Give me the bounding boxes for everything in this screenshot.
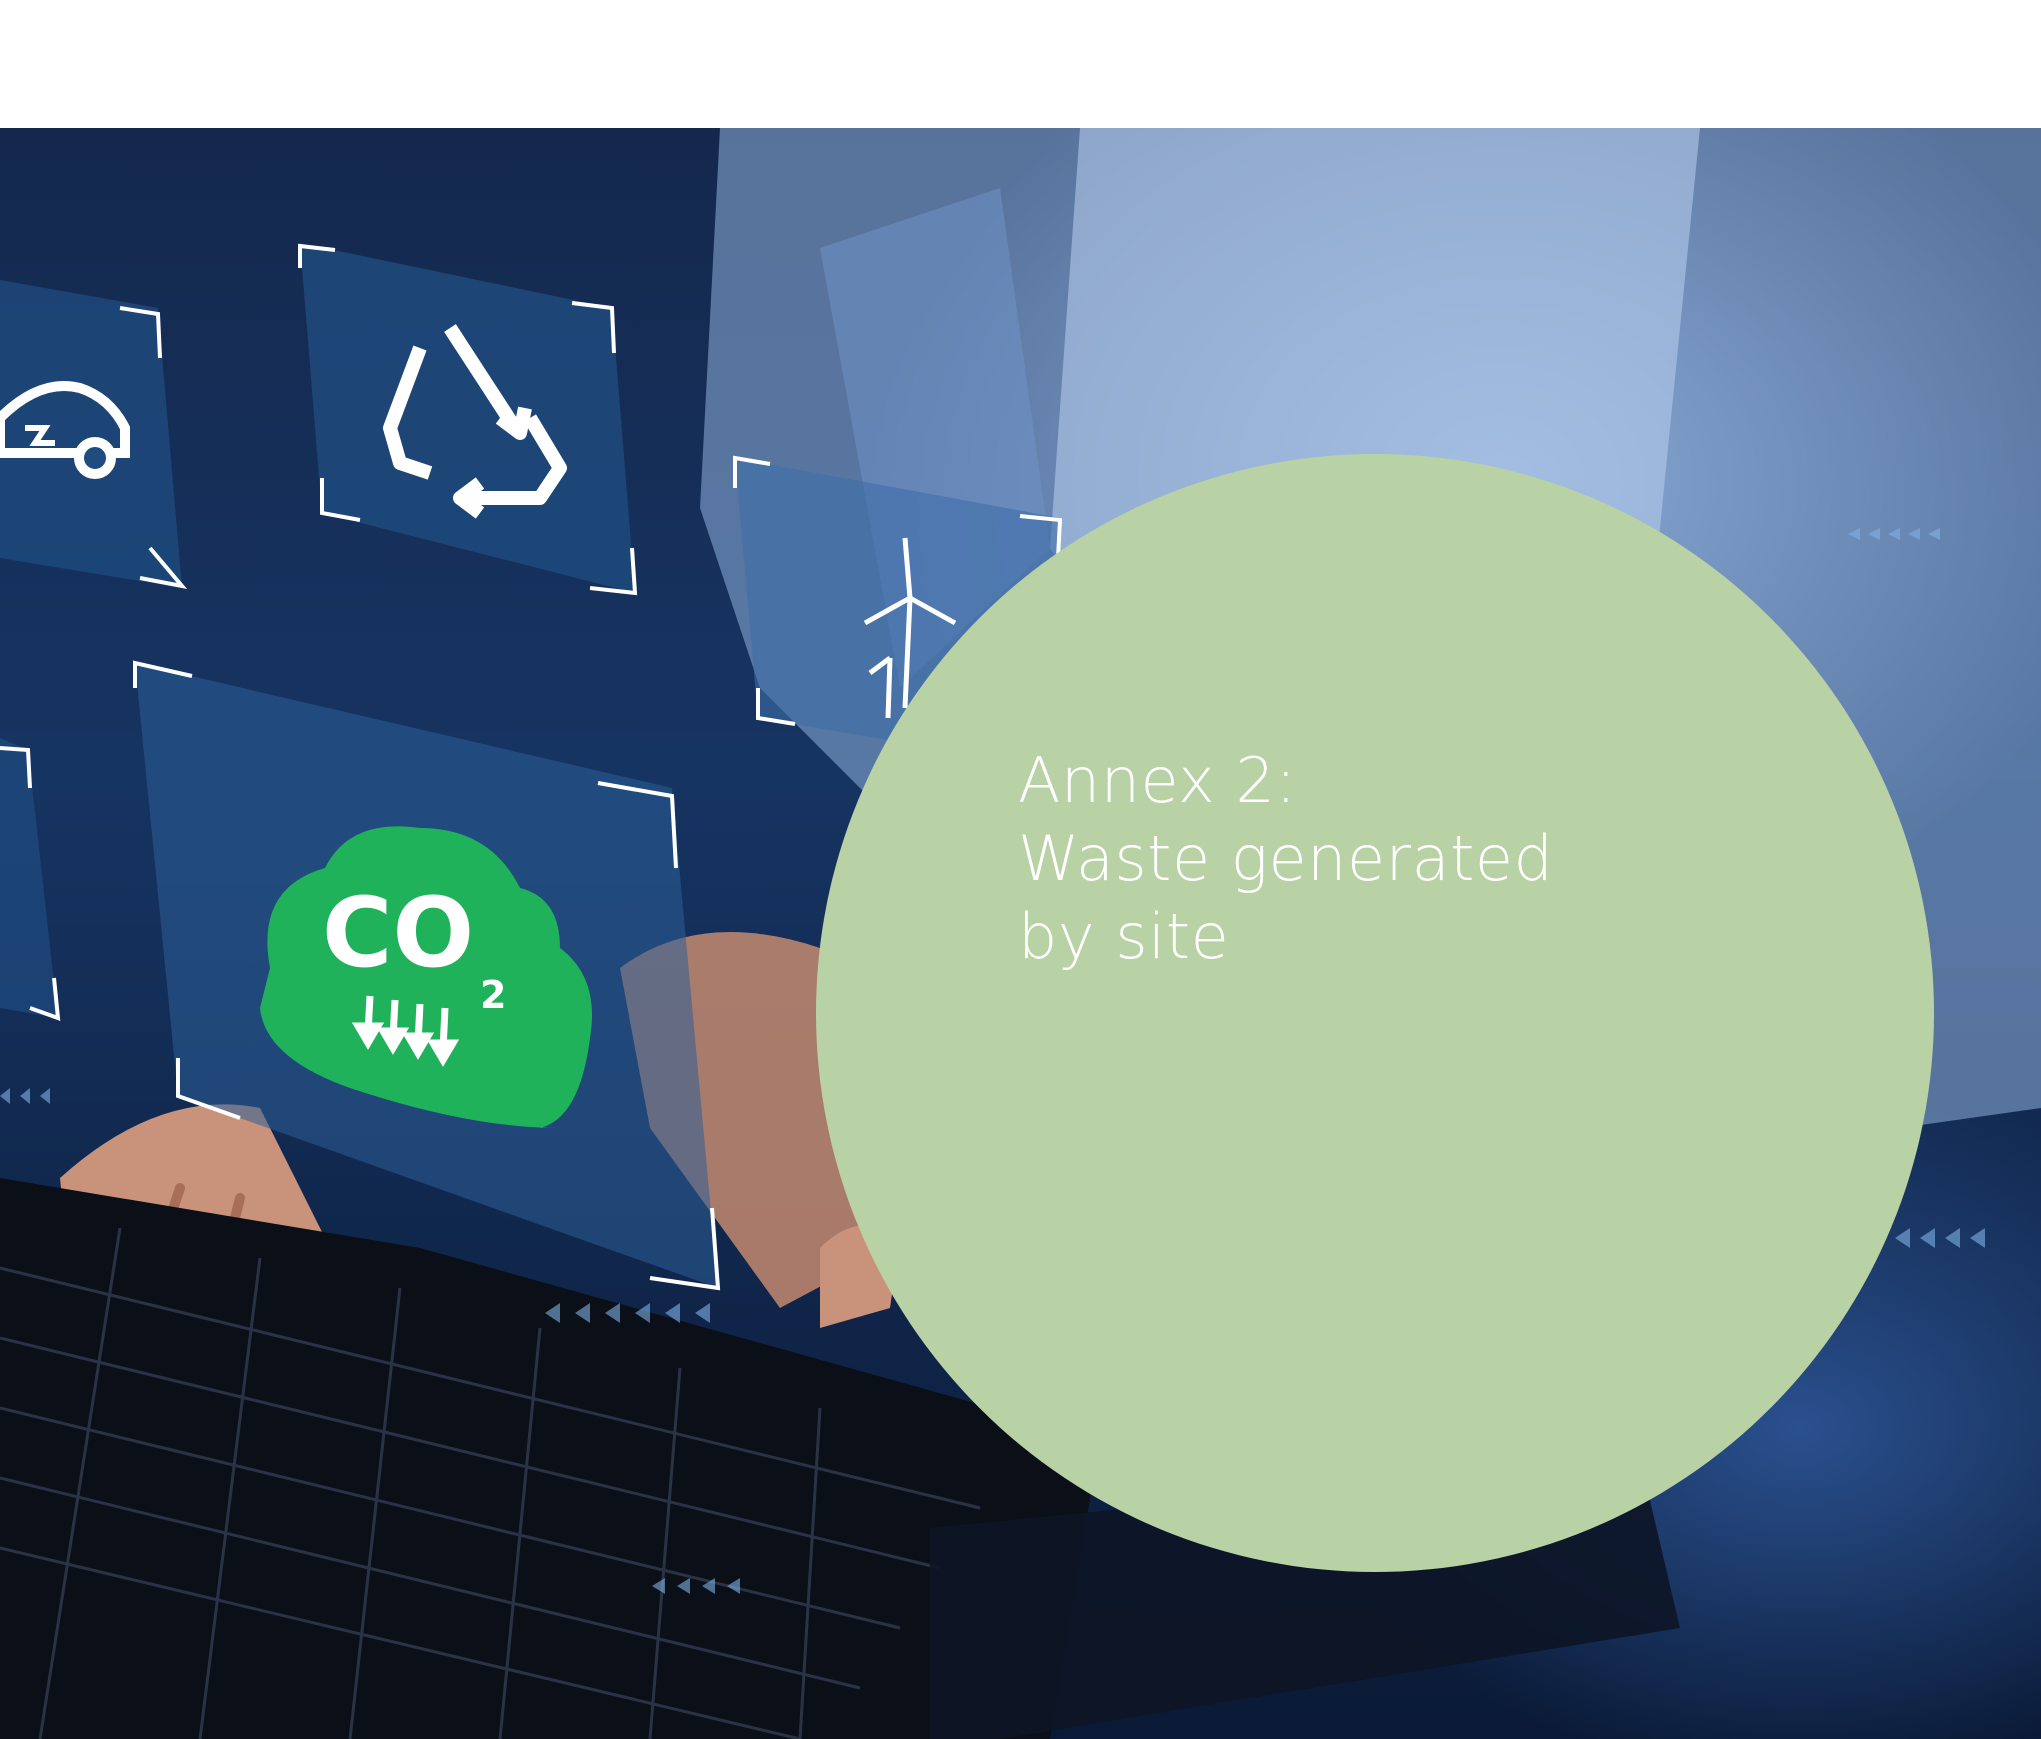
title-circle [816, 454, 1934, 1572]
panel-left [0, 738, 61, 1021]
svg-text:2: 2 [480, 973, 506, 1017]
annex-title-line-3: by site [1018, 900, 1230, 973]
panel-car [0, 280, 188, 590]
panel-recycle [298, 243, 638, 596]
svg-text:CO: CO [322, 877, 474, 989]
annex-title-line-1: Annex 2: [1018, 744, 1297, 817]
top-white-band [0, 0, 2041, 128]
annex-title: Annex 2: Waste generated by site [1018, 742, 1658, 976]
annex-title-line-2: Waste generated [1018, 822, 1554, 895]
